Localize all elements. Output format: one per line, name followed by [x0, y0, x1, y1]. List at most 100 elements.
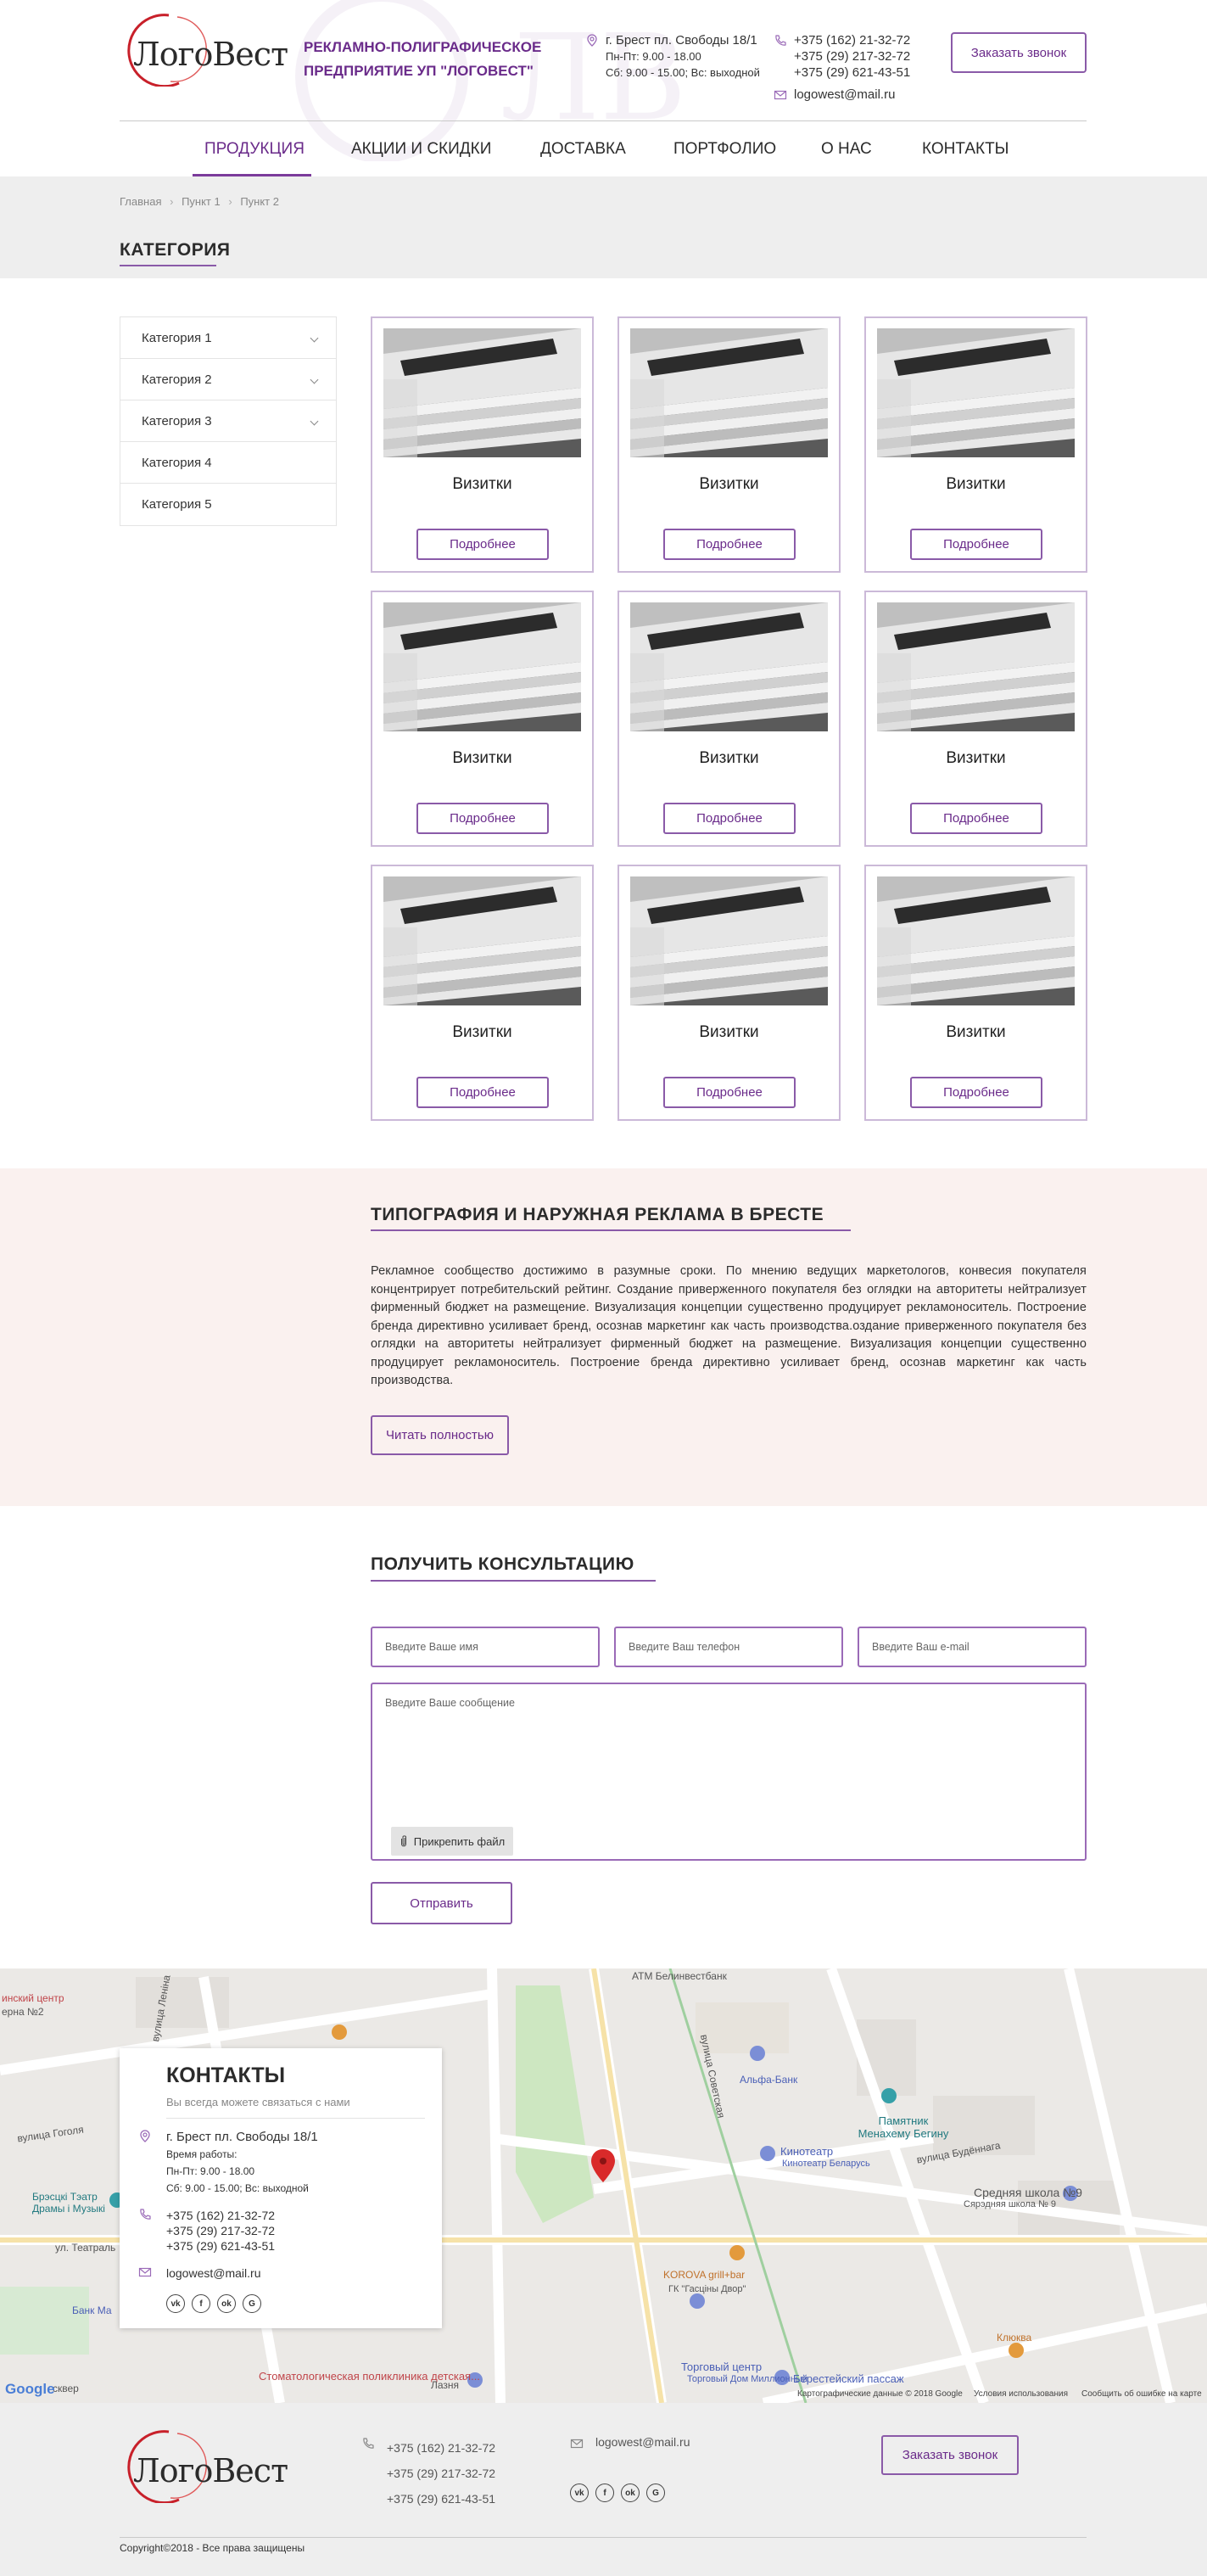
product-image[interactable] [630, 602, 828, 731]
nav-portfolio[interactable]: Портфолио [673, 140, 776, 159]
map-report-link[interactable]: Сообщить об ошибке на карте [1081, 2389, 1202, 2399]
map-label: Лазня [431, 2379, 460, 2391]
details-button[interactable]: Подробнее [416, 529, 549, 560]
map-label: Альфа-Банк [740, 2074, 798, 2086]
chevron-down-icon[interactable] [310, 333, 319, 343]
sidebar-item-category-4[interactable]: Категория 4 [120, 442, 336, 484]
map-label: ГК "Гасціны Двор" [668, 2284, 746, 2294]
product-card[interactable]: Визитки Подробнее [864, 316, 1087, 573]
message-field[interactable]: Введите Ваше сообщение Прикрепить файл [371, 1683, 1087, 1861]
header-phones: +375 (162) 21-32-72 +375 (29) 217-32-72 … [794, 32, 910, 81]
odnoklassniki-icon[interactable]: ok [621, 2484, 640, 2502]
name-field[interactable]: Введите Ваше имя [371, 1627, 600, 1667]
sidebar-item-label: Категория 3 [142, 414, 212, 428]
vk-icon[interactable]: vk [570, 2484, 589, 2502]
breadcrumb-separator-icon: › [228, 195, 232, 208]
phone-field[interactable]: Введите Ваш телефон [614, 1627, 843, 1667]
sidebar-item-label: Категория 4 [142, 456, 212, 470]
details-button[interactable]: Подробнее [416, 1077, 549, 1108]
paperclip-icon [400, 1835, 406, 1847]
google-plus-icon[interactable]: G [243, 2294, 261, 2313]
product-image[interactable] [383, 876, 581, 1005]
details-button[interactable]: Подробнее [663, 1077, 796, 1108]
hours-weekend: Сб: 9.00 - 15.00; Вс: выходной [606, 66, 760, 79]
details-button[interactable]: Подробнее [416, 803, 549, 834]
chevron-down-icon[interactable] [310, 375, 319, 384]
product-card[interactable]: Визитки Подробнее [371, 591, 594, 847]
footer-logo[interactable]: ЛогоВест [120, 2427, 288, 2503]
map-label: ATM Белинвестбанк [632, 1970, 727, 1982]
product-card[interactable]: Визитки Подробнее [371, 316, 594, 573]
facebook-icon[interactable]: f [192, 2294, 210, 2313]
map-copyright: Картографические данные © 2018 Google [797, 2389, 963, 2399]
footer-phone-3[interactable]: +375 (29) 621-43-51 [387, 2486, 495, 2512]
main-nav: Продукция Акции и скидки Доставка Портфо… [120, 121, 1087, 176]
map-terms-link[interactable]: Условия использования [974, 2389, 1068, 2399]
details-button[interactable]: Подробнее [663, 529, 796, 560]
details-button[interactable]: Подробнее [910, 803, 1042, 834]
site-logo[interactable]: ЛогоВест [120, 10, 288, 87]
divider [166, 2118, 425, 2119]
nav-about[interactable]: О нас [821, 140, 872, 159]
product-card[interactable]: Визитки Подробнее [864, 591, 1087, 847]
product-card[interactable]: Визитки Подробнее [371, 865, 594, 1121]
header-email[interactable]: logowest@mail.ru [794, 87, 895, 102]
google-plus-icon[interactable]: G [646, 2484, 665, 2502]
sidebar-item-category-2[interactable]: Категория 2 [120, 359, 336, 400]
product-title: Визитки [699, 475, 759, 493]
header-address: г. Брест пл. Свободы 18/1 Пн-Пт: 9.00 - … [606, 32, 760, 81]
location-icon [587, 34, 597, 47]
vk-icon[interactable]: vk [166, 2294, 185, 2313]
product-image[interactable] [630, 876, 828, 1005]
nav-promotions[interactable]: Акции и скидки [351, 140, 491, 159]
chevron-down-icon[interactable] [310, 417, 319, 426]
contacts-address: г. Брест пл. Свободы 18/1 [166, 2130, 318, 2144]
sidebar-item-category-1[interactable]: Категория 1 [120, 317, 336, 359]
footer-email[interactable]: logowest@mail.ru [595, 2435, 690, 2449]
read-more-button[interactable]: Читать полностью [371, 1415, 509, 1455]
product-title: Визитки [452, 1023, 512, 1041]
phone-1[interactable]: +375 (162) 21-32-72 [794, 32, 910, 48]
contacts-phone-2[interactable]: +375 (29) 217-32-72 [166, 2223, 275, 2238]
nav-contacts[interactable]: Контакты [922, 140, 1009, 159]
details-button[interactable]: Подробнее [910, 1077, 1042, 1108]
product-image[interactable] [877, 602, 1075, 731]
sidebar-item-category-5[interactable]: Категория 5 [120, 484, 336, 525]
product-title: Визитки [452, 749, 512, 767]
details-button[interactable]: Подробнее [663, 803, 796, 834]
product-card[interactable]: Визитки Подробнее [617, 591, 841, 847]
product-card[interactable]: Визитки Подробнее [617, 316, 841, 573]
product-image[interactable] [383, 602, 581, 731]
product-image[interactable] [383, 328, 581, 457]
submit-button[interactable]: Отправить [371, 1882, 512, 1924]
sidebar-item-category-3[interactable]: Категория 3 [120, 400, 336, 442]
email-field[interactable]: Введите Ваш e-mail [858, 1627, 1087, 1667]
product-card[interactable]: Визитки Подробнее [617, 865, 841, 1121]
breadcrumb-home[interactable]: Главная [120, 195, 161, 208]
odnoklassniki-icon[interactable]: ok [217, 2294, 236, 2313]
breadcrumb-item-1[interactable]: Пункт 1 [182, 195, 221, 208]
details-button[interactable]: Подробнее [910, 529, 1042, 560]
product-card[interactable]: Визитки Подробнее [864, 865, 1087, 1121]
nav-delivery[interactable]: Доставка [540, 140, 626, 159]
phone-3[interactable]: +375 (29) 621-43-51 [794, 64, 910, 81]
product-image[interactable] [877, 328, 1075, 457]
contacts-email[interactable]: logowest@mail.ru [166, 2265, 260, 2281]
contacts-phone-3[interactable]: +375 (29) 621-43-51 [166, 2238, 275, 2254]
nav-products[interactable]: Продукция [204, 140, 305, 159]
product-image[interactable] [877, 876, 1075, 1005]
map[interactable]: ATM Белинвестбанк Альфа-Банк Памятник Ме… [0, 1968, 1207, 2403]
facebook-icon[interactable]: f [595, 2484, 614, 2502]
product-image[interactable] [630, 328, 828, 457]
phone-2[interactable]: +375 (29) 217-32-72 [794, 48, 910, 64]
contacts-phone-1[interactable]: +375 (162) 21-32-72 [166, 2208, 275, 2223]
phone-icon [775, 35, 786, 46]
map-label: Памятник Менахему Бегину [858, 2114, 949, 2140]
map-label: Средняя школа №9 [974, 2186, 1082, 2199]
footer-phone-1[interactable]: +375 (162) 21-32-72 [387, 2435, 495, 2461]
footer-phone-2[interactable]: +375 (29) 217-32-72 [387, 2461, 495, 2486]
map-label: Кинотеатр [780, 2145, 834, 2158]
callback-button[interactable]: Заказать звонок [951, 32, 1087, 73]
attach-file-button[interactable]: Прикрепить файл [391, 1827, 513, 1856]
footer-callback-button[interactable]: Заказать звонок [881, 2435, 1019, 2475]
